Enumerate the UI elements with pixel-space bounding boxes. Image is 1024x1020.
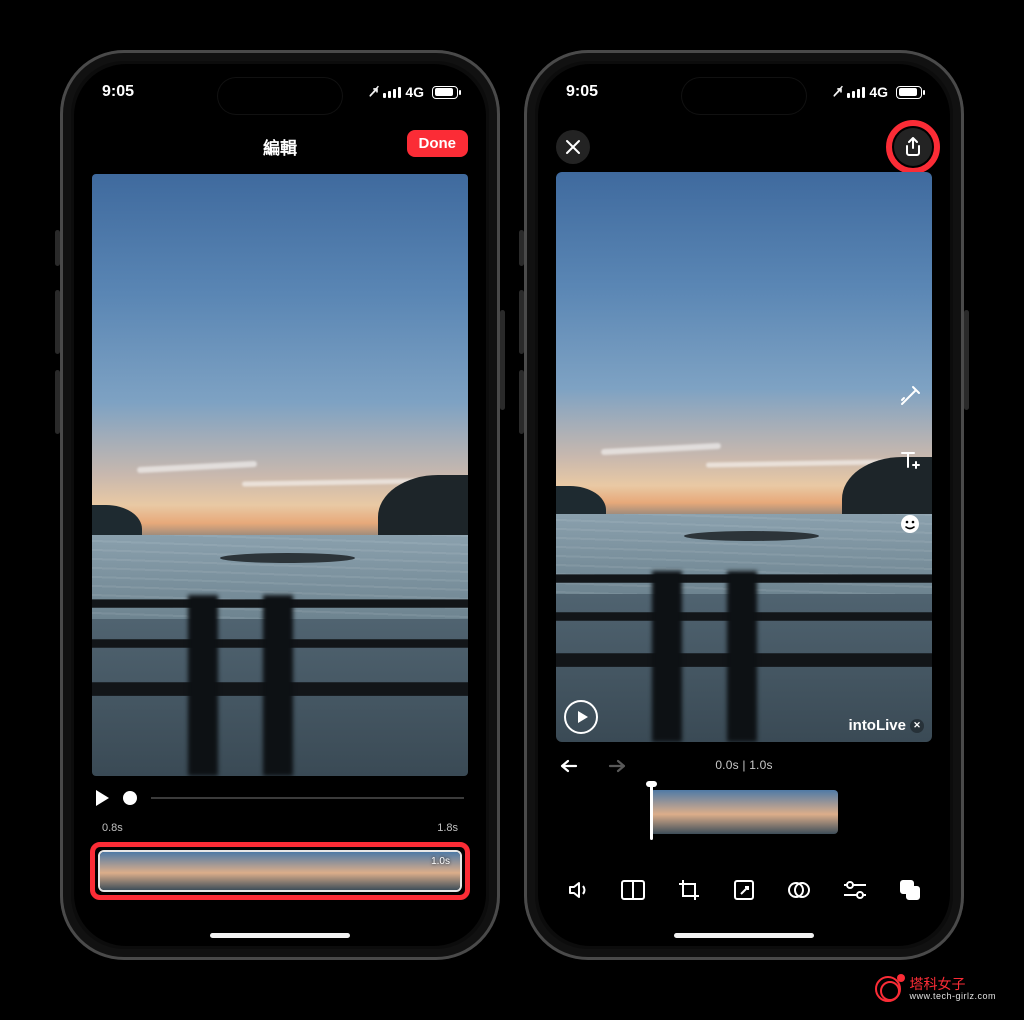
play-icon[interactable] xyxy=(96,790,109,806)
timeline-frames[interactable]: 1.0s xyxy=(98,850,462,892)
adjust-button[interactable] xyxy=(840,875,870,905)
status-time: 9:05 xyxy=(102,83,134,101)
side-button xyxy=(55,290,60,354)
phone-frame-right: 9:05 ↗̸ 4G xyxy=(524,50,964,960)
intolive-label: intoLive xyxy=(848,717,906,734)
timeline-range-labels: 0.8s 1.8s xyxy=(102,822,458,834)
dynamic-island xyxy=(218,78,342,114)
screen-right: 9:05 ↗̸ 4G xyxy=(538,64,950,946)
filters-button[interactable] xyxy=(784,875,814,905)
location-off-icon: ↗̸ xyxy=(368,84,379,100)
remove-watermark-button[interactable]: ✕ xyxy=(910,719,924,733)
close-button[interactable] xyxy=(556,130,590,164)
play-icon xyxy=(578,711,588,723)
preview-railing xyxy=(92,595,468,776)
dynamic-island xyxy=(682,78,806,114)
timeline-duration-label: 1.0s xyxy=(431,856,450,867)
share-button[interactable] xyxy=(894,128,932,166)
side-button xyxy=(500,310,505,410)
side-button xyxy=(55,230,60,266)
timeline-end-label: 1.8s xyxy=(437,822,458,834)
play-button[interactable] xyxy=(564,700,598,734)
playhead[interactable] xyxy=(650,784,653,840)
status-time: 9:05 xyxy=(566,83,598,101)
preview-canvas[interactable] xyxy=(92,174,468,776)
timeline-highlight[interactable]: 1.0s xyxy=(90,842,470,900)
status-right: ↗̸ 4G xyxy=(832,84,922,100)
scrubber-track[interactable] xyxy=(151,797,464,799)
location-off-icon: ↗̸ xyxy=(832,84,843,100)
time-sep: | xyxy=(739,758,749,772)
time-current: 0.0s xyxy=(715,758,738,772)
text-tool-icon[interactable] xyxy=(896,446,924,474)
screen-left: 9:05 ↗̸ 4G 編輯 Done xyxy=(74,64,486,946)
bottom-toolbar xyxy=(538,864,950,916)
fit-button[interactable] xyxy=(729,875,759,905)
sound-button[interactable] xyxy=(563,875,593,905)
time-total: 1.0s xyxy=(749,758,772,772)
home-indicator[interactable] xyxy=(674,933,814,938)
battery-icon xyxy=(432,86,458,99)
editor-header xyxy=(538,124,950,168)
side-button xyxy=(519,230,524,266)
side-button xyxy=(964,310,969,410)
sticker-icon[interactable] xyxy=(896,510,924,538)
preview-canvas[interactable]: intoLive ✕ xyxy=(556,172,932,742)
network-label: 4G xyxy=(405,84,424,100)
side-toolbar xyxy=(896,382,924,538)
crop-button[interactable] xyxy=(674,875,704,905)
scrubber[interactable] xyxy=(96,784,464,812)
side-button xyxy=(55,370,60,434)
timeline-frames[interactable] xyxy=(650,790,838,834)
watermark-logo-icon xyxy=(875,976,901,1002)
network-label: 4G xyxy=(869,84,888,100)
side-button xyxy=(519,290,524,354)
background-button[interactable] xyxy=(895,875,925,905)
canvas-button[interactable] xyxy=(618,875,648,905)
intolive-watermark: intoLive ✕ xyxy=(848,717,924,734)
watermark-title: 塔科女子 xyxy=(909,977,996,992)
battery-icon xyxy=(896,86,922,99)
scrubber-thumb[interactable] xyxy=(123,791,137,805)
home-indicator[interactable] xyxy=(210,933,350,938)
phone-frame-left: 9:05 ↗̸ 4G 編輯 Done xyxy=(60,50,500,960)
share-icon xyxy=(904,137,922,157)
done-button[interactable]: Done xyxy=(407,130,469,157)
signal-icon xyxy=(383,86,401,98)
time-position: 0.0s | 1.0s xyxy=(538,758,950,772)
side-button xyxy=(519,370,524,434)
signal-icon xyxy=(847,86,865,98)
timeline-start-label: 0.8s xyxy=(102,822,123,834)
site-watermark: 塔科女子 www.tech-girlz.com xyxy=(875,976,996,1002)
watermark-url: www.tech-girlz.com xyxy=(909,992,996,1001)
magic-wand-icon[interactable] xyxy=(896,382,924,410)
status-right: ↗̸ 4G xyxy=(368,84,458,100)
